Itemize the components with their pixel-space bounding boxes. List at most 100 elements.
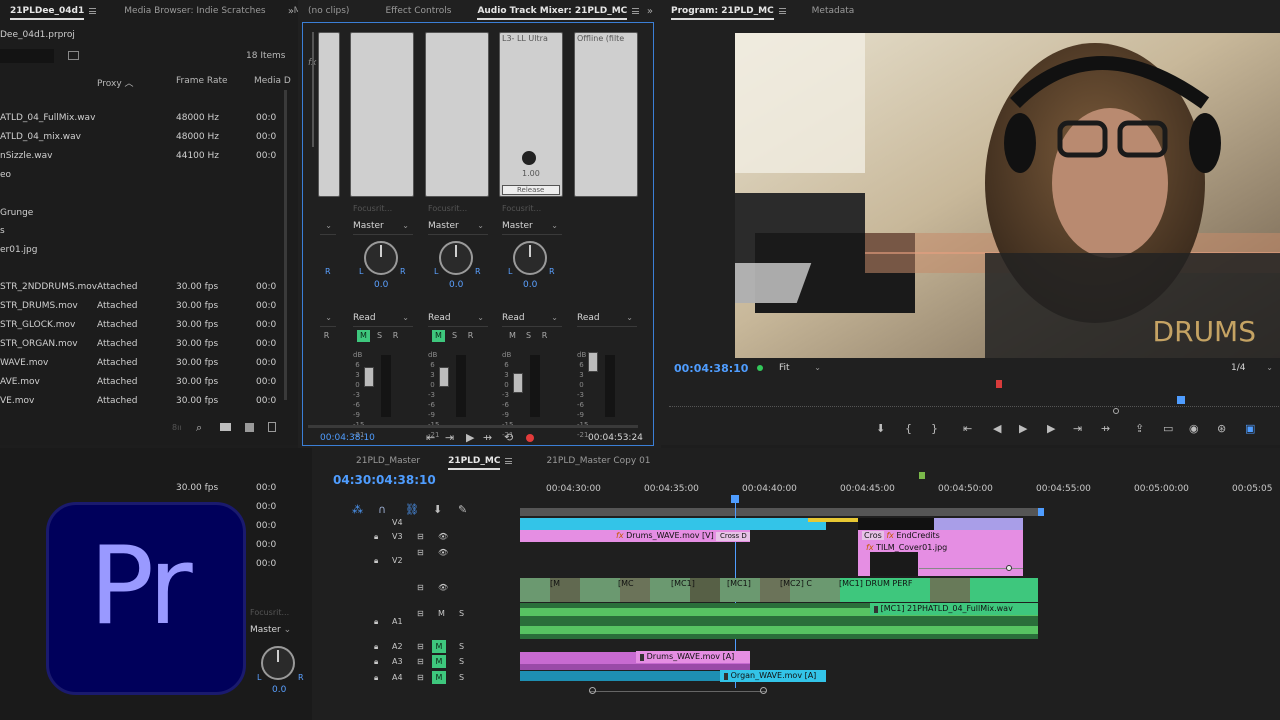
list-item[interactable] <box>0 185 290 204</box>
timeline-playhead-top[interactable] <box>731 495 739 503</box>
trash-icon[interactable] <box>268 422 276 432</box>
record-icon[interactable] <box>526 434 534 442</box>
output-dropdown-0[interactable]: ⌄ <box>320 221 336 235</box>
wrench-icon[interactable]: ✎ <box>458 503 467 516</box>
keyframe-icon[interactable] <box>1006 565 1012 571</box>
track-label-v4[interactable]: V4 <box>392 518 403 527</box>
effects-slot-strip-5[interactable]: Offline (filte <box>574 32 638 197</box>
program-time-ruler[interactable] <box>669 395 1279 407</box>
lift-icon[interactable]: ⇪ <box>1135 422 1144 435</box>
tab-metadata[interactable]: Metadata <box>802 6 865 16</box>
sync-lock-icon[interactable]: ⊟ <box>417 532 424 541</box>
play-in-to-out-icon[interactable]: ⇸ <box>483 431 492 444</box>
clip-drums-audio-a3[interactable] <box>520 664 750 670</box>
record-button[interactable]: R <box>320 330 333 342</box>
menu-icon[interactable] <box>778 7 786 14</box>
list-item[interactable]: Grunge <box>0 204 290 223</box>
record-button[interactable]: R <box>538 330 551 342</box>
mute-a4[interactable]: M <box>432 671 446 684</box>
linked-selection-icon[interactable]: ⛓ <box>405 503 419 516</box>
export-frame-icon[interactable]: ◉ <box>1189 422 1199 435</box>
tab-sequence-master-copy[interactable]: 21PLD_Master Copy 01 <box>536 456 660 466</box>
input-1[interactable]: Focusrit... <box>353 204 392 213</box>
clip-v4-yellow[interactable] <box>808 518 858 522</box>
play-in-to-out-icon[interactable]: ⇸ <box>1101 422 1110 435</box>
solo-a4[interactable]: S <box>459 673 464 682</box>
list-item[interactable]: WAVE.mov Attached 30.00 fps 00:0 <box>0 354 290 373</box>
play-icon[interactable]: ▶ <box>1019 422 1027 435</box>
resolution-dropdown[interactable]: 1/4 ⌄ <box>1231 363 1277 377</box>
output-dropdown-3[interactable]: Master ⌄ <box>502 221 562 235</box>
lock-icon[interactable]: 🔒︎ <box>374 642 378 652</box>
sync-lock-icon[interactable]: ⊟ <box>417 657 424 666</box>
step-forward-icon[interactable]: ▶ <box>1047 422 1055 435</box>
list-item[interactable]: nSizzle.wav 44100 Hz 00:0 <box>0 147 290 166</box>
timeline-scroll-bar[interactable] <box>590 691 766 692</box>
input-2[interactable]: Focusrit... <box>428 204 467 213</box>
go-to-in-icon[interactable]: ⇤ <box>426 431 435 444</box>
record-button[interactable]: R <box>389 330 402 342</box>
list-item[interactable]: STR_GLOCK.mov Attached 30.00 fps 00:0 <box>0 316 290 335</box>
fader-3[interactable] <box>513 373 523 393</box>
list-item[interactable]: er01.jpg <box>0 241 290 260</box>
search-icon[interactable]: ⌕ <box>196 421 202 435</box>
record-button[interactable]: R <box>464 330 477 342</box>
nest-icon[interactable]: ⁂ <box>352 503 363 516</box>
solo-a3[interactable]: S <box>459 657 464 666</box>
mark-out-icon[interactable]: } <box>931 422 938 435</box>
mute-a1[interactable]: M <box>438 609 445 618</box>
work-area-bar[interactable] <box>520 508 1041 516</box>
fader-2[interactable] <box>439 367 449 387</box>
track-label-v2[interactable]: V2 <box>392 556 403 565</box>
tab-audio-track-mixer[interactable]: Audio Track Mixer: 21PLD_MC <box>467 6 649 20</box>
list-item[interactable]: VE.mov Attached 30.00 fps 00:0 <box>0 392 290 411</box>
pan-knob-3[interactable] <box>513 241 547 275</box>
snap-icon[interactable]: ∩ <box>378 503 386 516</box>
timeline-timecode[interactable]: 04:30:04:38:10 <box>333 473 436 487</box>
track-label-a4[interactable]: A4 <box>392 673 403 682</box>
sync-lock-icon[interactable]: ⊟ <box>417 642 424 651</box>
sync-lock-icon[interactable]: ⊟ <box>417 673 424 682</box>
lower-mini-output[interactable]: Master ⌄ <box>250 625 310 639</box>
solo-a1[interactable]: S <box>459 609 464 618</box>
add-marker-icon[interactable]: ⬇ <box>433 503 442 516</box>
eye-icon[interactable]: 👁︎ <box>438 532 448 541</box>
tab-sequence-mc[interactable]: 21PLD_MC <box>438 456 522 470</box>
output-dropdown-2[interactable]: Master ⌄ <box>428 221 488 235</box>
fader-4[interactable] <box>588 352 598 372</box>
scroll-handle-left[interactable] <box>589 687 596 694</box>
track-label-a1[interactable]: A1 <box>392 617 403 626</box>
mute-a2[interactable]: M <box>432 640 446 653</box>
column-frame-rate[interactable]: Frame Rate <box>176 76 228 86</box>
list-item[interactable]: s <box>0 222 290 241</box>
release-dropdown[interactable]: Release <box>502 185 560 195</box>
list-item[interactable]: ATLD_04_mix.wav 48000 Hz 00:0 <box>0 128 290 147</box>
automation-mode-2[interactable]: Read ⌄ <box>428 313 488 327</box>
list-item[interactable]: 30.00 fps 00:0 <box>0 479 290 498</box>
mute-button[interactable]: M <box>357 330 370 342</box>
go-to-out-icon[interactable]: ⇥ <box>1073 422 1082 435</box>
tab-media-browser[interactable]: Media Browser: Indie Scratches <box>114 6 275 16</box>
pan-knob-1[interactable] <box>364 241 398 275</box>
go-to-in-icon[interactable]: ⇤ <box>963 422 972 435</box>
playhead-marker[interactable] <box>1177 396 1185 404</box>
column-media-duration[interactable]: Media D <box>254 76 291 86</box>
lock-icon[interactable]: 🔒︎ <box>374 617 378 627</box>
mute-button[interactable]: M <box>506 330 519 342</box>
go-to-out-icon[interactable]: ⇥ <box>445 431 454 444</box>
zoom-icon[interactable]: 8ıı <box>172 423 182 432</box>
search-field[interactable] <box>0 49 54 63</box>
effects-slot-strip-1[interactable] <box>318 32 340 197</box>
sync-lock-icon[interactable]: ⊟ <box>417 548 424 557</box>
list-item[interactable]: ATLD_04_FullMix.wav 48000 Hz 00:0 <box>0 109 290 128</box>
scrollbar[interactable] <box>284 90 287 400</box>
list-item[interactable]: eo <box>0 166 290 185</box>
lock-icon[interactable]: 🔒︎ <box>374 556 378 566</box>
mixer-scrollbar[interactable] <box>308 425 638 428</box>
list-item[interactable]: STR_2NDDRUMS.mov Attached 30.00 fps 00:0 <box>0 278 290 297</box>
list-item[interactable] <box>0 260 290 279</box>
vr-icon[interactable]: ⊛ <box>1217 422 1226 435</box>
tab-program[interactable]: Program: 21PLD_MC <box>661 6 796 20</box>
scroll-handle-right[interactable] <box>760 687 767 694</box>
play-icon[interactable]: ▶ <box>466 431 474 444</box>
